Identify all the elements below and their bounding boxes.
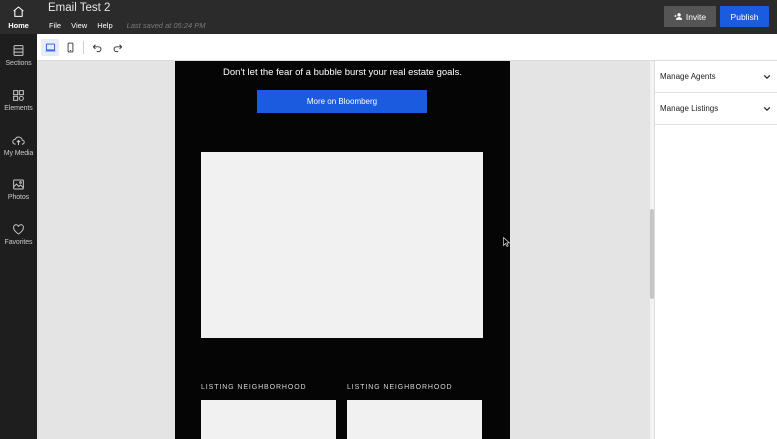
photo-icon [13, 179, 24, 190]
right-panel: Manage Agents Manage Listings [654, 61, 777, 439]
sections-icon [13, 45, 24, 56]
heart-icon [13, 224, 24, 235]
elements-icon [13, 90, 24, 101]
manage-agents-accordion[interactable]: Manage Agents [655, 61, 777, 93]
left-rail: Home Sections Elements My Media Photos F… [0, 0, 37, 439]
toolbar-divider [83, 41, 84, 54]
menu-help[interactable]: Help [97, 21, 112, 30]
rail-home-label: Home [8, 20, 29, 30]
document-title[interactable]: Email Test 2 [48, 2, 110, 14]
manage-listings-label: Manage Listings [660, 104, 719, 113]
rail-sections-button[interactable]: Sections [0, 44, 37, 67]
rail-my-media-label: My Media [3, 150, 34, 157]
editor-canvas[interactable]: Don't let the fear of a bubble burst you… [37, 61, 650, 439]
undo-button[interactable] [88, 39, 106, 56]
email-image-placeholder[interactable] [201, 152, 483, 338]
last-saved-status: Last saved at 05:24 PM [126, 21, 206, 30]
desktop-view-button[interactable] [41, 39, 59, 56]
top-bar: Email Test 2 File View Help Last saved a… [37, 0, 777, 34]
rail-photos-button[interactable]: Photos [0, 178, 37, 201]
rail-elements-button[interactable]: Elements [0, 89, 37, 112]
rail-home-button[interactable]: Home [0, 0, 37, 34]
menu-bar: File View Help Last saved at 05:24 PM [49, 21, 205, 30]
email-tagline[interactable]: Don't let the fear of a bubble burst you… [175, 67, 510, 78]
invite-label: Invite [685, 11, 707, 22]
menu-file[interactable]: File [49, 21, 61, 30]
redo-button[interactable] [108, 39, 126, 56]
mobile-view-button[interactable] [61, 39, 79, 56]
editor-toolbar [37, 34, 777, 61]
manage-listings-accordion[interactable]: Manage Listings [655, 93, 777, 125]
add-user-icon [674, 13, 682, 20]
desktop-icon [45, 43, 55, 52]
listing-neighborhood-label-right[interactable]: LISTING NEIGHBORHOOD [347, 384, 453, 391]
mobile-icon [67, 42, 73, 53]
publish-button[interactable]: Publish [720, 6, 769, 27]
email-preview[interactable]: Don't let the fear of a bubble burst you… [175, 61, 510, 439]
home-icon [13, 5, 24, 17]
chevron-down-icon [763, 74, 771, 80]
listing-neighborhood-label-left[interactable]: LISTING NEIGHBORHOOD [201, 384, 307, 391]
listing-image-left[interactable] [201, 400, 336, 439]
mouse-cursor-icon [503, 237, 510, 247]
chevron-down-icon [763, 106, 771, 112]
undo-icon [92, 44, 101, 53]
rail-favorites-label: Favorites [4, 239, 33, 246]
rail-elements-label: Elements [4, 105, 33, 112]
listing-image-right[interactable] [347, 400, 482, 439]
more-on-bloomberg-button[interactable]: More on Bloomberg [257, 90, 427, 113]
menu-view[interactable]: View [71, 21, 87, 30]
redo-icon [113, 44, 122, 53]
upload-cloud-icon [12, 136, 25, 145]
invite-button[interactable]: Invite [664, 6, 716, 27]
rail-favorites-button[interactable]: Favorites [0, 223, 37, 246]
rail-sections-label: Sections [5, 60, 32, 67]
rail-photos-label: Photos [7, 194, 30, 201]
rail-my-media-button[interactable]: My Media [0, 134, 37, 157]
manage-agents-label: Manage Agents [660, 72, 716, 81]
